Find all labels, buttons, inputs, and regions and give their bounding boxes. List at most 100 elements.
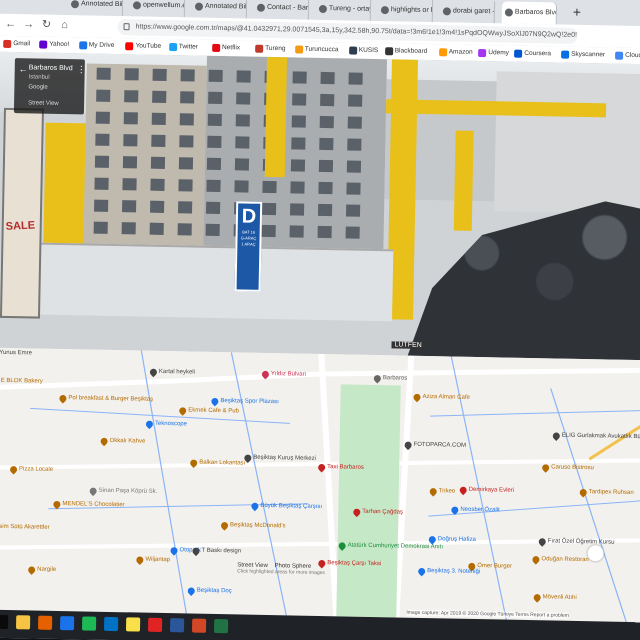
browser-tab[interactable]: openwellum.ecol <box>129 0 186 18</box>
chrome-icon[interactable] <box>59 616 75 631</box>
map-place-label[interactable]: Balkan Lokantası <box>199 460 245 467</box>
bookmark-favicon-icon <box>168 43 177 52</box>
building-window <box>261 202 277 216</box>
map-place-label[interactable]: Neosbet Özalit <box>460 507 499 514</box>
bookmark-item[interactable]: YouTube <box>125 41 161 52</box>
bookmark-favicon-icon <box>294 45 303 54</box>
map-place-label[interactable]: Kartal heykeli <box>159 369 195 376</box>
browser-tab[interactable]: Annotated Bibli <box>191 0 248 19</box>
new-tab-button[interactable]: + <box>568 3 586 23</box>
acrobat-icon[interactable] <box>147 617 163 632</box>
map-place-label[interactable]: Pizza Locale <box>19 466 53 473</box>
map-place-label[interactable]: Nargile <box>37 567 56 573</box>
map-place-label[interactable]: Fırat Özel Öğretim Kursu <box>548 538 615 545</box>
map-place-label[interactable]: Tardipex Ruhsan <box>589 489 634 496</box>
browser-tab[interactable]: Annotated Bibli <box>67 0 124 17</box>
bookmark-favicon-icon <box>211 43 221 52</box>
bookmark-item[interactable]: Twitter <box>168 42 198 53</box>
map-place-label[interactable]: Yunus Emre <box>0 350 32 357</box>
bookmark-item[interactable]: Netflix <box>211 43 240 54</box>
map-place-label[interactable]: Ekmek Cafe & Pub <box>188 407 239 414</box>
map-place-label[interactable]: Mövenli Atıhi <box>543 594 577 601</box>
map-place-label[interactable]: Caruso Bistrosu <box>551 464 594 471</box>
map-place-label[interactable]: Büyük Beşiktaş Çarşısı <box>260 503 322 510</box>
tab-favicon-icon <box>380 6 390 15</box>
map-place-label[interactable]: Doğruş Hafiza <box>438 536 476 543</box>
map-place-label[interactable]: Beşiktaş McDonald's <box>230 522 286 529</box>
bookmark-item[interactable]: My Drive <box>78 40 115 51</box>
home-button[interactable]: ⌂ <box>57 18 71 32</box>
browser-tab[interactable]: Tureng - ortaya <box>315 0 372 21</box>
map-place-label[interactable]: T Baskı design <box>201 548 241 555</box>
bookmark-favicon-icon <box>478 48 487 58</box>
map-place-label[interactable]: Barbaros <box>383 375 407 381</box>
map-place-label[interactable]: MENDEL'S Chocolatier <box>62 501 124 508</box>
building-window <box>207 135 222 149</box>
map-place-label[interactable]: Aziza Alman Cafe <box>422 394 469 401</box>
map-place-label[interactable]: Wiljantap <box>145 557 170 563</box>
bookmark-label: Blackboard <box>394 47 428 55</box>
back-button[interactable]: ← <box>3 17 17 31</box>
map-roads <box>0 350 640 623</box>
forward-button[interactable]: → <box>21 17 35 31</box>
bookmark-item[interactable]: Tureng <box>255 44 286 55</box>
map-place-label[interactable]: Yıldız Bulvarı <box>271 371 306 378</box>
building-window <box>234 180 249 193</box>
back-arrow-icon[interactable]: ← <box>19 64 28 74</box>
map-place-label[interactable]: E BLOK Bakery <box>1 378 43 385</box>
bookmark-item[interactable]: Gmail <box>3 39 30 50</box>
more-vert-icon[interactable]: ⋮ <box>77 64 86 75</box>
browser-tab[interactable]: dorabi garet - Go <box>439 0 496 24</box>
map-place-label[interactable]: Okkalı Kahve <box>110 438 146 445</box>
powerpoint-icon[interactable] <box>191 618 207 633</box>
building-window <box>122 156 138 169</box>
street-view-panorama[interactable]: SALE D BAT 16 G-ARAÇ 1 ARAÇ LUTFEN ← ⋮ B… <box>0 51 640 361</box>
map-place-label[interactable]: Oduğan Restoran <box>541 556 588 563</box>
map-place-label[interactable]: Ömer Burger <box>477 563 512 570</box>
sticky-notes-icon[interactable] <box>125 617 141 632</box>
building-window <box>348 72 363 85</box>
map-place-label[interactable]: Tarhan Çağdaş <box>362 509 403 516</box>
map-place-label[interactable]: Trikeo <box>439 488 456 494</box>
sign-letter: D <box>241 205 257 228</box>
map-place-label[interactable]: Beşiktaş Çarşı Taksi <box>327 560 381 567</box>
browser-tab[interactable]: Barbaros Blvd <box>501 1 558 25</box>
map-place-label[interactable]: Beşiktaş Kuruş Merkezi <box>253 455 316 462</box>
building-window <box>178 201 193 214</box>
reload-button[interactable]: ↻ <box>39 18 53 32</box>
spotify-icon[interactable] <box>81 616 97 631</box>
map-place-label[interactable]: Teknoscope <box>155 421 187 428</box>
bookmark-item[interactable]: Yahoo! <box>39 40 69 51</box>
map-panel[interactable]: Yunus Emre E BLOK Bakery Kartal heykeli Yıl… <box>0 347 640 623</box>
map-place-label[interactable]: Beşiktaş Doç <box>197 588 232 595</box>
bookmark-item[interactable]: KUSIS <box>348 45 379 56</box>
bookmark-item[interactable]: Cloud Print <box>615 51 640 62</box>
firefox-icon[interactable] <box>37 615 53 630</box>
bookmark-label: Amazon <box>448 48 473 56</box>
bookmark-favicon-icon <box>3 39 12 48</box>
bookmark-favicon-icon <box>125 42 134 51</box>
building-window <box>318 181 333 195</box>
windows-start-icon[interactable] <box>0 614 9 630</box>
map-layer-controls[interactable]: Street View Photo Sphere Click highlight… <box>237 562 325 576</box>
word-icon[interactable] <box>169 618 185 633</box>
bookmark-item[interactable]: Coursera <box>514 49 551 60</box>
map-place-label[interactable]: Demirkaya Evleri <box>469 487 514 494</box>
map-place-label[interactable]: FOTOPARCA.COM <box>414 442 467 449</box>
map-place-label[interactable]: Beşiktaş 3. Noterliği <box>427 568 480 575</box>
bookmark-item[interactable]: Skyscanner <box>561 50 605 61</box>
browser-tab[interactable]: Contact - Barbyland <box>253 0 310 20</box>
map-place-label[interactable]: Sinan Paşa Köprü Sk. <box>99 488 158 495</box>
yellow-crane-leg <box>264 56 288 178</box>
bookmark-item[interactable]: Turuncucca <box>294 44 339 55</box>
map-place-label[interactable]: Taksim Sütü Akarettler <box>0 524 50 531</box>
map-place-label[interactable]: Taxi Barbaros <box>327 464 364 471</box>
file-explorer-icon[interactable] <box>15 615 31 630</box>
bookmark-item[interactable]: Udemy <box>478 48 509 59</box>
outlook-icon[interactable] <box>103 616 119 632</box>
bookmark-item[interactable]: Amazon <box>438 47 473 58</box>
bookmark-item[interactable]: Blackboard <box>384 46 428 57</box>
map-place-label[interactable]: Beşiktaş Spor Plazası <box>220 398 278 405</box>
browser-tab[interactable]: highlights or highl <box>377 0 434 23</box>
excel-icon[interactable] <box>213 618 229 634</box>
